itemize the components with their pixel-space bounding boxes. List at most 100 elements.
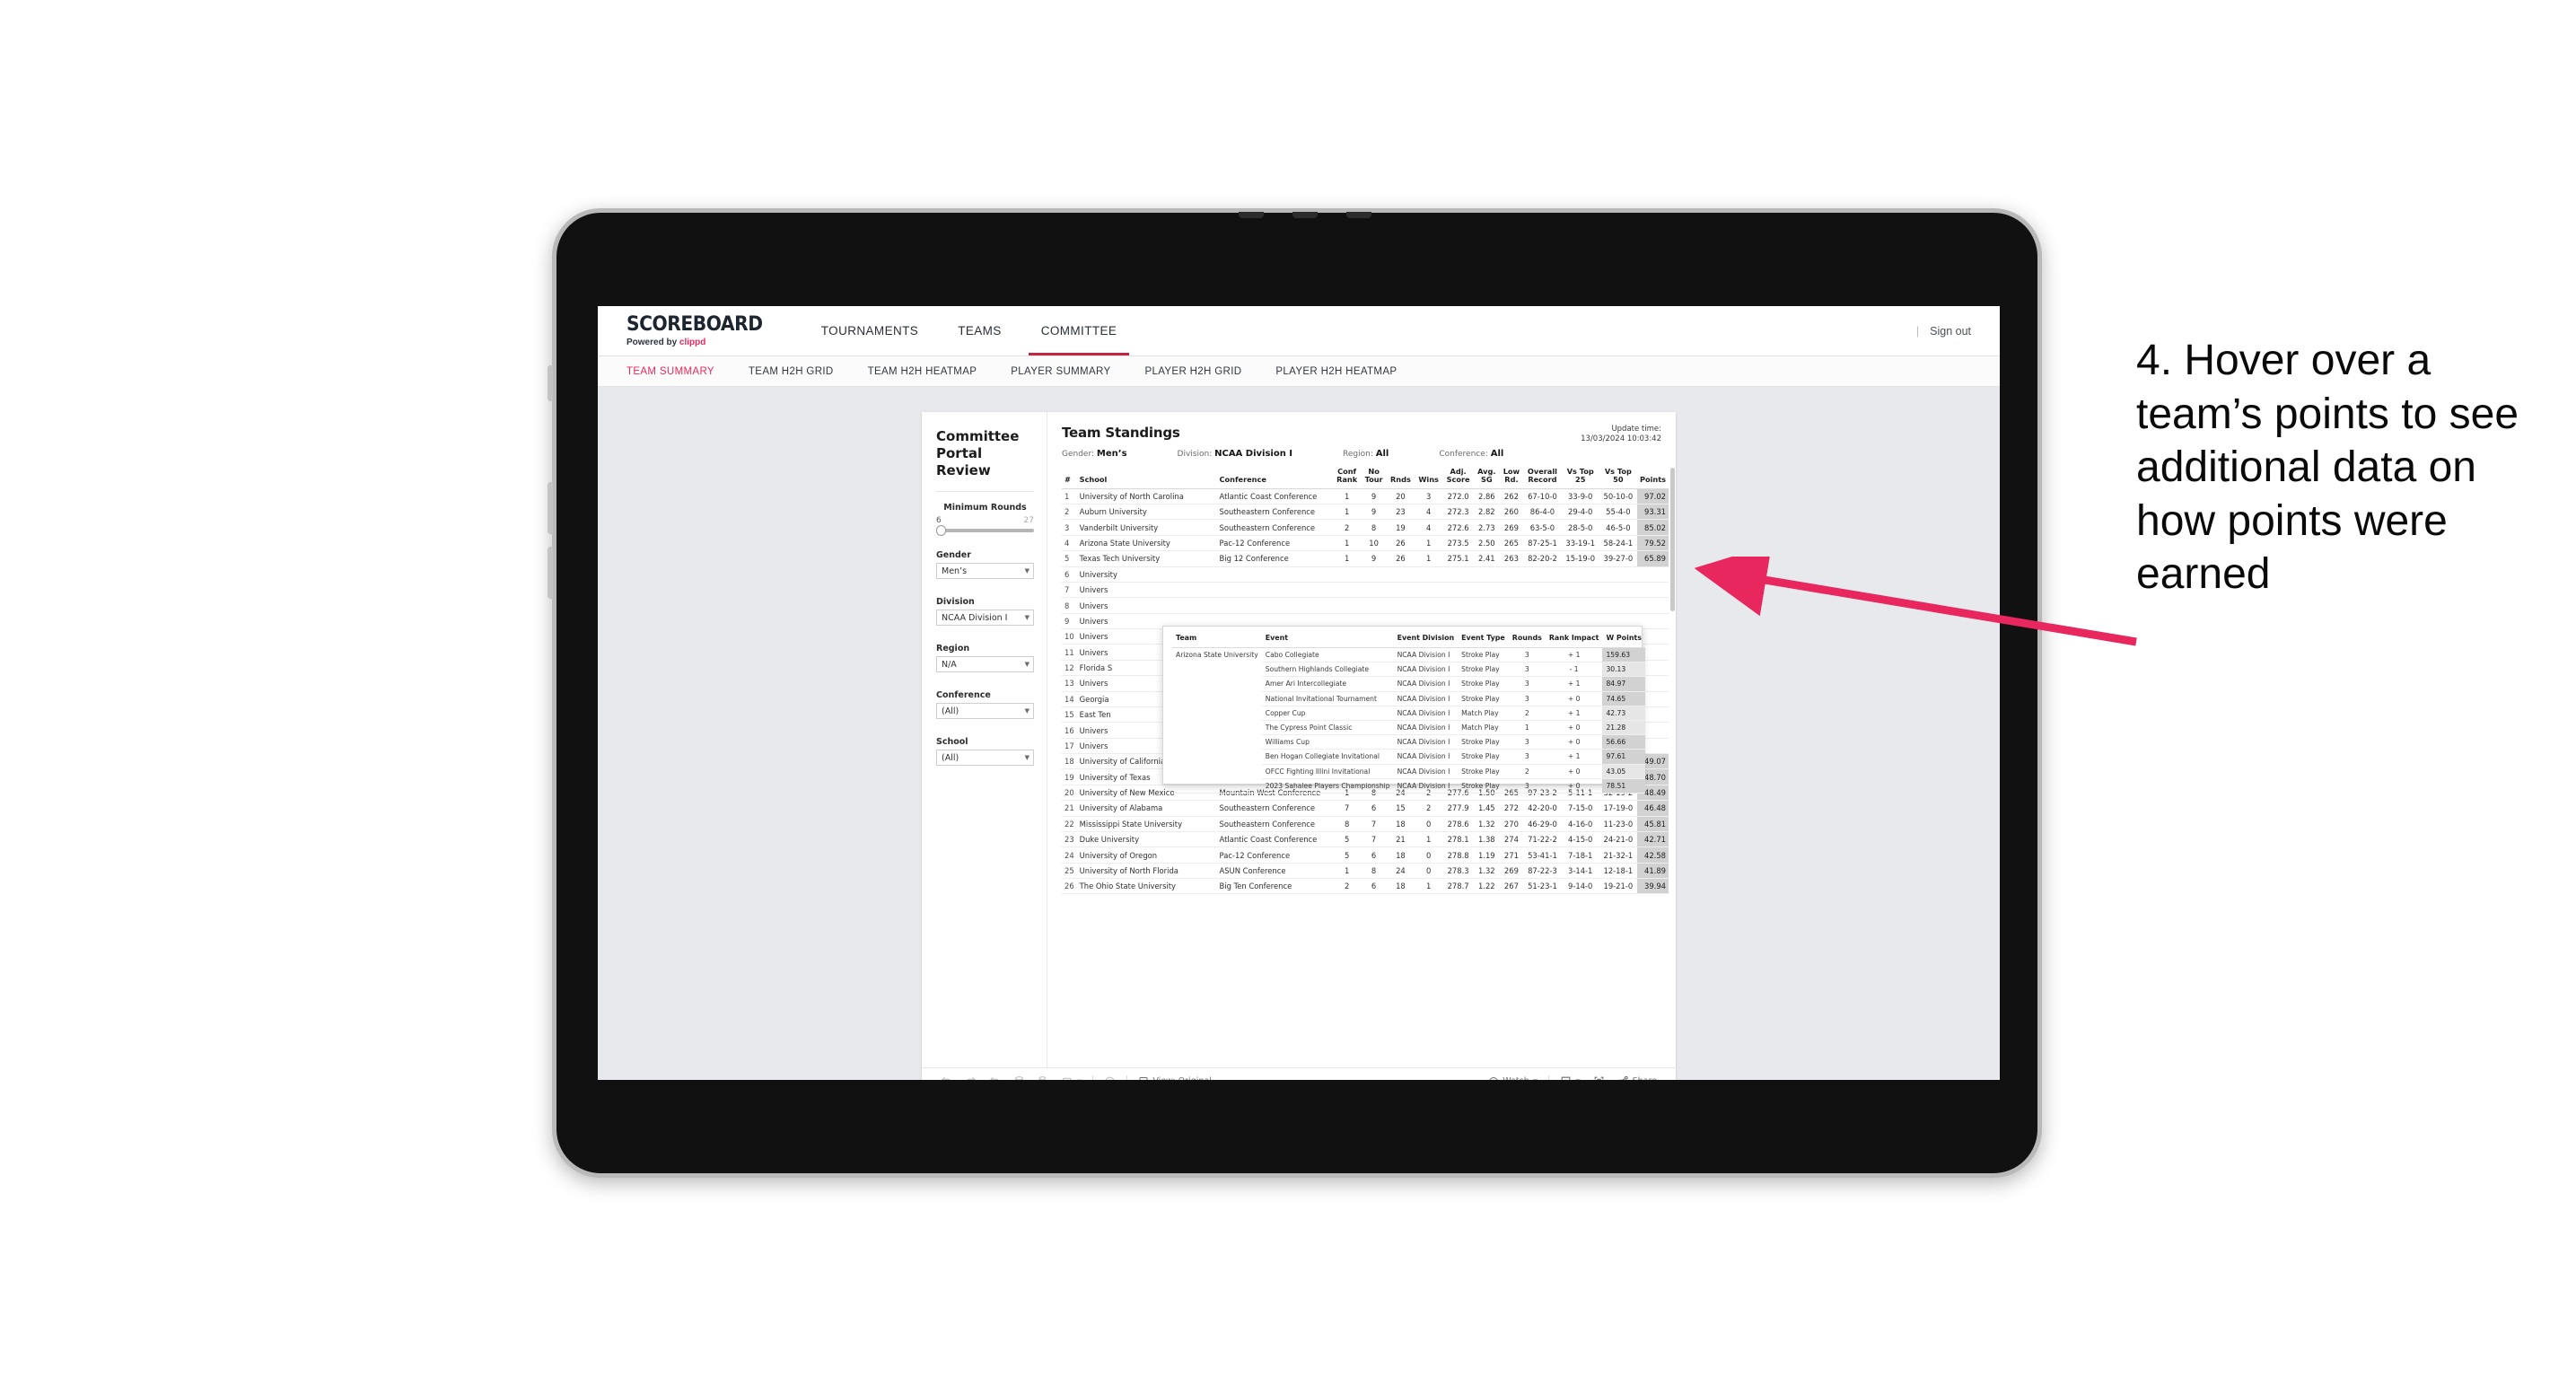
standings-col-header[interactable]: Rnds	[1386, 468, 1415, 489]
table-row[interactable]: 5 Texas Tech University Big 12 Conference 1…	[1062, 550, 1669, 567]
slider-handle[interactable]	[936, 525, 946, 537]
table-row[interactable]: 1 University of North Carolina Atlantic Co…	[1062, 488, 1669, 505]
standings-cell-wins: 1	[1415, 550, 1443, 567]
nav-item-tournaments[interactable]: TOURNAMENTS	[802, 306, 938, 355]
standings-panel: Update time: 13/03/2024 10:03:42 Team St…	[1047, 412, 1676, 1067]
standings-col-header[interactable]: No Tour	[1361, 468, 1387, 489]
sign-out-link[interactable]: Sign out	[1930, 325, 1971, 338]
standings-cell-rank: 24	[1062, 847, 1077, 864]
pause-updates-icon[interactable]	[1031, 1075, 1056, 1080]
revert-icon[interactable]	[983, 1075, 1007, 1080]
standings-cell-sg: 1.19	[1473, 847, 1500, 864]
standings-cell-conf: Atlantic Coast Conference	[1216, 831, 1333, 848]
standings-cell-pts[interactable]	[1636, 582, 1669, 599]
custom-view-icon[interactable]: ▼	[1056, 1075, 1088, 1080]
standings-cell-rec: 46-29-0	[1523, 816, 1562, 832]
nav-item-teams[interactable]: TEAMS	[938, 306, 1021, 355]
tab-player-summary[interactable]: PLAYER SUMMARY	[1011, 366, 1110, 377]
gender-select[interactable]: Men’s ▼	[936, 563, 1034, 580]
share-button[interactable]: Share	[1611, 1075, 1663, 1080]
standings-col-header[interactable]: School	[1076, 468, 1217, 489]
table-row[interactable]: 8 Univers	[1062, 597, 1669, 614]
tab-team-h2h-grid[interactable]: TEAM H2H GRID	[749, 366, 834, 377]
standings-cell-pts[interactable]	[1636, 597, 1669, 614]
standings-col-header[interactable]: Conf Rank	[1332, 468, 1362, 489]
table-row[interactable]: 25 University of North Florida ASUN Confer…	[1062, 863, 1669, 880]
standings-cell-pts[interactable]: 46.48	[1636, 800, 1669, 817]
table-row[interactable]: 2 Auburn University Southeastern Conferenc…	[1062, 504, 1669, 521]
standings-cell-pts[interactable]: 42.58	[1636, 847, 1669, 864]
watch-button[interactable]: Watch ▼	[1482, 1076, 1544, 1080]
standings-cell-rank: 17	[1062, 738, 1077, 755]
standings-cell-low: 271	[1499, 847, 1524, 864]
nav-item-committee[interactable]: COMMITTEE	[1021, 306, 1137, 355]
brand-logo[interactable]: SCOREBOARD Powered by clippd	[598, 306, 802, 355]
standings-cell-t25: 4-16-0	[1561, 816, 1599, 832]
standings-col-header[interactable]: Avg. SG	[1473, 468, 1500, 489]
standings-col-header[interactable]: Wins	[1415, 468, 1443, 489]
standings-col-header[interactable]: Overall Record	[1523, 468, 1562, 489]
standings-col-header[interactable]: #	[1062, 468, 1077, 489]
points-detail-tooltip: Team Event Event Division Event Type Rounds R…	[1162, 626, 1645, 794]
school-select[interactable]: (All) ▼	[936, 750, 1034, 767]
standings-cell-rnds: 20	[1386, 488, 1415, 505]
standings-cell-school: University	[1076, 566, 1217, 583]
standings-cell-t25: 15-19-0	[1561, 550, 1599, 567]
standings-cell-pts[interactable]: 65.89	[1636, 550, 1669, 567]
tab-team-summary[interactable]: TEAM SUMMARY	[626, 366, 714, 377]
redo-icon[interactable]	[959, 1075, 983, 1080]
standings-col-header[interactable]: Points	[1636, 468, 1669, 489]
standings-cell-pts[interactable]: 39.94	[1636, 878, 1669, 895]
view-original-button[interactable]: View: Original	[1132, 1076, 1217, 1080]
table-row[interactable]: 26 The Ohio State University Big Ten Confe…	[1062, 878, 1669, 895]
standings-cell-pts[interactable]: 85.02	[1636, 519, 1669, 536]
table-row[interactable]: 3 Vanderbilt University Southeastern Confe…	[1062, 519, 1669, 536]
vertical-scrollbar[interactable]	[1670, 468, 1675, 611]
power-button[interactable]	[548, 365, 553, 401]
volume-up-button[interactable]	[548, 482, 553, 534]
standings-cell-pts[interactable]: 97.02	[1636, 488, 1669, 505]
standings-cell-t50	[1599, 582, 1637, 599]
standings-cell-pts[interactable]: 45.81	[1636, 816, 1669, 832]
table-row[interactable]: 7 Univers	[1062, 582, 1669, 599]
table-row[interactable]: 23 Duke University Atlantic Coast Conferen…	[1062, 831, 1669, 848]
division-label: Division	[936, 597, 975, 608]
standings-col-header[interactable]: Vs Top 25	[1561, 468, 1599, 489]
standings-col-header[interactable]: Vs Top 50	[1599, 468, 1637, 489]
standings-cell-adj: 275.1	[1442, 550, 1474, 567]
standings-cell-rec: 42-20-0	[1523, 800, 1562, 817]
tab-player-h2h-heatmap[interactable]: PLAYER H2H HEATMAP	[1275, 366, 1397, 377]
standings-col-header[interactable]: Low Rd.	[1499, 468, 1524, 489]
region-select[interactable]: N/A ▼	[936, 656, 1034, 673]
standings-col-header[interactable]: Conference	[1216, 468, 1333, 489]
minimum-rounds-slider[interactable]	[936, 525, 1034, 537]
table-row[interactable]: 22 Mississippi State University Southeaste…	[1062, 816, 1669, 832]
standings-cell-t50: 50-10-0	[1599, 488, 1637, 505]
refresh-data-icon[interactable]	[1007, 1075, 1031, 1080]
table-row[interactable]: 21 University of Alabama Southeastern Conf…	[1062, 800, 1669, 817]
conference-select[interactable]: (All) ▼	[936, 703, 1034, 720]
standings-cell-pts[interactable]: 42.71	[1636, 831, 1669, 848]
table-row[interactable]: 6 University	[1062, 566, 1669, 583]
brand-wordmark: SCOREBOARD	[626, 312, 763, 336]
division-select[interactable]: NCAA Division I ▼	[936, 610, 1034, 627]
watch-label: Watch	[1503, 1076, 1529, 1080]
standings-cell-t25	[1561, 597, 1599, 614]
download-button[interactable]: ▼	[1554, 1075, 1586, 1080]
standings-cell-pts[interactable]: 79.52	[1636, 535, 1669, 552]
volume-down-button[interactable]	[548, 547, 553, 599]
fullscreen-button[interactable]	[1587, 1075, 1611, 1080]
table-row[interactable]: 4 Arizona State University Pac-12 Conferen…	[1062, 535, 1669, 552]
tab-player-h2h-grid[interactable]: PLAYER H2H GRID	[1144, 366, 1241, 377]
standings-cell-rnds: 21	[1386, 831, 1415, 848]
alerts-icon[interactable]	[1098, 1075, 1122, 1080]
table-row[interactable]: 24 University of Oregon Pac-12 Conference 5…	[1062, 847, 1669, 864]
standings-cell-pts[interactable]: 93.31	[1636, 504, 1669, 521]
undo-icon[interactable]	[934, 1075, 959, 1080]
standings-cell-pts[interactable]: 41.89	[1636, 863, 1669, 880]
standings-cell-adj: 278.8	[1442, 847, 1474, 864]
standings-cell-pts[interactable]	[1636, 566, 1669, 583]
tab-team-h2h-heatmap[interactable]: TEAM H2H HEATMAP	[868, 366, 977, 377]
chevron-down-icon: ▼	[1024, 614, 1030, 622]
standings-col-header[interactable]: Adj. Score	[1442, 468, 1474, 489]
